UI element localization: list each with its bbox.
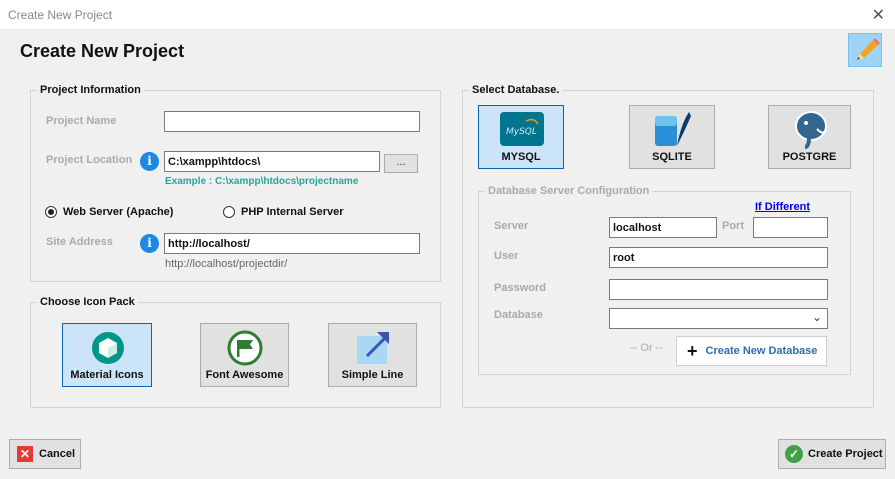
cancel-label: Cancel [39, 448, 76, 460]
project-location-label: Project Location [46, 154, 133, 166]
site-address-hint: http://localhost/projectdir/ [165, 258, 288, 270]
radio-web-server-label: Web Server (Apache) [63, 206, 174, 218]
create-new-database-label: Create New Database [705, 345, 818, 357]
project-location-input[interactable] [164, 151, 380, 172]
port-label: Port [722, 220, 744, 232]
dialog-header: Create New Project [0, 30, 895, 74]
sqlite-logo-icon [655, 112, 691, 146]
database-config-legend: Database Server Configuration [488, 185, 650, 197]
checkmark-icon: ✓ [785, 445, 803, 463]
simple-line-icon [357, 332, 389, 364]
radio-php-internal-server[interactable]: PHP Internal Server [223, 206, 344, 218]
chevron-down-icon[interactable]: ⌄ [812, 310, 822, 324]
port-input[interactable] [753, 217, 828, 238]
database-postgre-label: POSTGRE [782, 151, 837, 163]
database-select[interactable]: ⌄ [609, 308, 828, 329]
pencil-icon [848, 33, 882, 67]
close-icon[interactable]: ✕ [872, 5, 885, 25]
font-awesome-label: Font Awesome [205, 369, 284, 381]
icon-pack-font-awesome[interactable]: Font Awesome [200, 323, 289, 387]
mysql-logo-icon: MySQL [500, 112, 544, 146]
database-label: Database [494, 309, 543, 321]
site-address-info-icon[interactable]: i [140, 234, 159, 253]
window-title: Create New Project [8, 8, 113, 22]
postgresql-elephant-icon [795, 111, 827, 149]
select-database-legend: Select Database. [472, 84, 560, 96]
password-label: Password [494, 282, 546, 294]
radio-web-server[interactable]: Web Server (Apache) [45, 206, 173, 218]
user-input[interactable] [609, 247, 828, 268]
create-new-database-button[interactable]: + Create New Database [676, 336, 827, 366]
if-different-link[interactable]: If Different [755, 201, 810, 213]
password-input[interactable] [609, 279, 828, 300]
or-separator: -- Or -- [630, 342, 663, 354]
dialog-body: Project Information Project Name Project… [0, 74, 895, 431]
create-project-label: Create Project [808, 448, 883, 460]
plus-icon: + [687, 341, 698, 361]
icon-pack-legend: Choose Icon Pack [40, 296, 135, 308]
font-awesome-icon [227, 330, 263, 366]
server-input[interactable] [609, 217, 717, 238]
dialog-footer: ✕ Cancel ✓ Create Project [0, 431, 895, 479]
database-sqlite[interactable]: SQLITE [629, 105, 715, 169]
svg-text:MySQL: MySQL [506, 127, 537, 137]
icon-pack-material-icons[interactable]: Material Icons [62, 323, 152, 387]
user-label: User [494, 250, 519, 262]
project-location-example: Example : C:\xampp\htdocs\projectname [165, 176, 359, 187]
database-sqlite-label: SQLITE [652, 151, 692, 163]
cancel-button[interactable]: ✕ Cancel [9, 439, 81, 469]
window-titlebar: Create New Project ✕ [0, 0, 895, 30]
server-label: Server [494, 220, 529, 232]
project-information-legend: Project Information [40, 84, 141, 96]
radio-web-server-dot[interactable] [45, 206, 57, 218]
site-address-label: Site Address [46, 236, 113, 248]
simple-line-label: Simple Line [341, 369, 404, 381]
page-title: Create New Project [20, 41, 185, 61]
project-name-label: Project Name [46, 115, 117, 127]
radio-php-internal-server-label: PHP Internal Server [241, 206, 344, 218]
material-icons-icon [92, 332, 124, 364]
database-mysql[interactable]: MySQL MYSQL [478, 105, 564, 169]
icon-pack-simple-line[interactable]: Simple Line [328, 323, 417, 387]
create-project-button[interactable]: ✓ Create Project [778, 439, 886, 469]
browse-button[interactable]: ... [384, 154, 418, 173]
material-icons-label: Material Icons [70, 369, 144, 381]
database-postgre[interactable]: POSTGRE [768, 105, 851, 169]
project-location-info-icon[interactable]: i [140, 152, 159, 171]
site-address-input[interactable] [164, 233, 420, 254]
radio-php-internal-server-dot[interactable] [223, 206, 235, 218]
database-mysql-label: MYSQL [501, 151, 541, 163]
cancel-x-icon: ✕ [17, 446, 33, 462]
project-name-input[interactable] [164, 111, 420, 132]
